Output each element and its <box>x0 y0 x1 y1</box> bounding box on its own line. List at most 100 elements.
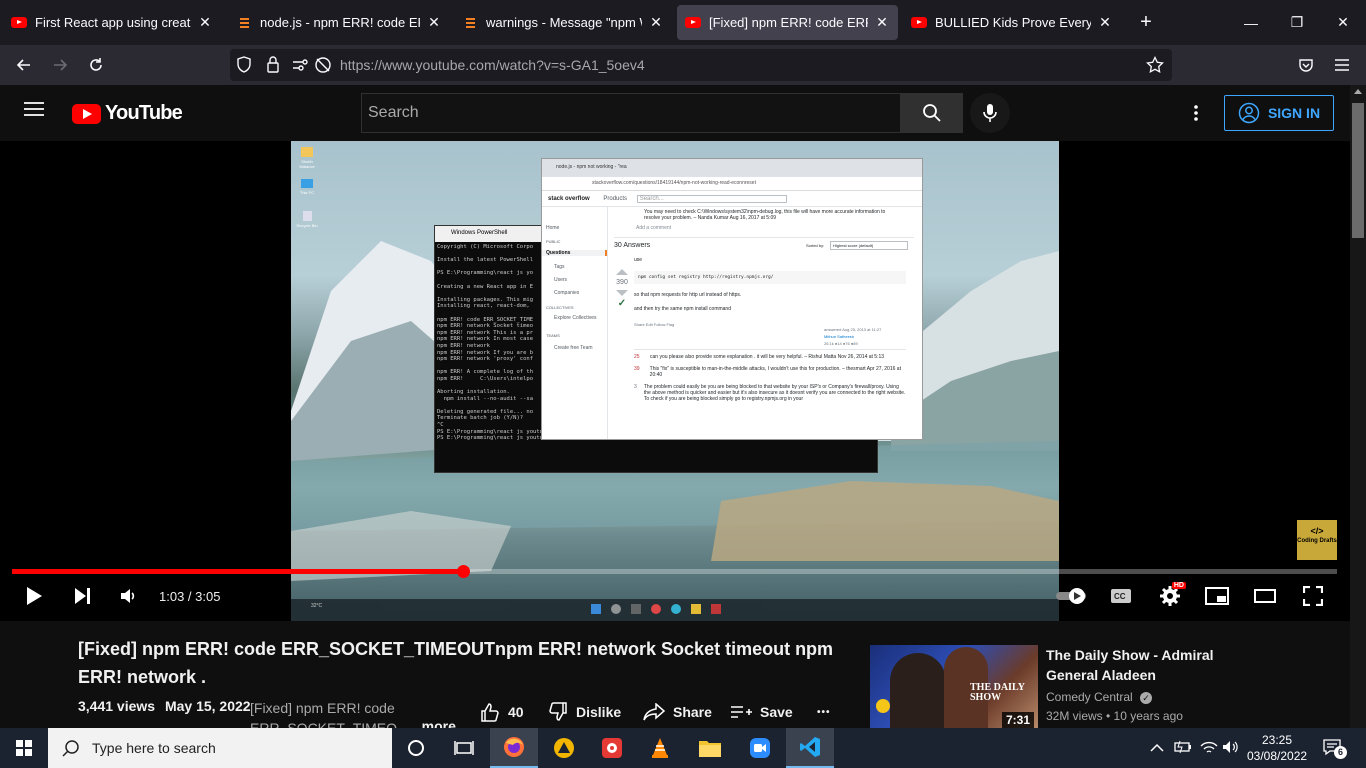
windows-logo-icon <box>16 740 32 756</box>
miniplayer-button[interactable] <box>1204 584 1230 608</box>
desktop-icon-this-pc[interactable]: This PC <box>297 179 317 195</box>
theater-mode-button[interactable] <box>1252 584 1278 608</box>
thumbs-down-icon <box>549 702 567 721</box>
so-answer-text-1: so that npm requests for http url instea… <box>634 292 742 298</box>
url-bar[interactable]: https://www.youtube.com/watch?v=s-GA1_5o… <box>230 49 1172 81</box>
taskbar-clock[interactable]: 23:25 03/08/2022 <box>1247 732 1307 764</box>
taskbar-firefox[interactable] <box>490 728 538 768</box>
related-video-thumbnail[interactable]: THE DAILY SHOW 7:31 <box>870 645 1038 728</box>
related-video-title[interactable]: The Daily Show - Admiral General Aladeen <box>1046 645 1226 685</box>
voice-search-button[interactable] <box>970 93 1010 133</box>
thumbs-up-icon <box>481 703 499 722</box>
start-button[interactable] <box>0 728 48 768</box>
taskbar-zoom[interactable] <box>736 728 784 768</box>
theater-icon <box>1254 589 1276 603</box>
action-center-button[interactable]: 6 <box>1322 738 1347 759</box>
search-input[interactable] <box>362 94 900 132</box>
wifi-icon[interactable] <box>1200 740 1218 759</box>
taskbar-photo-app[interactable] <box>588 728 636 768</box>
chrome-icon <box>651 604 661 614</box>
close-window-button[interactable]: ✕ <box>1320 0 1366 45</box>
taskbar-vscode[interactable] <box>786 728 834 768</box>
speaker-icon[interactable] <box>1222 740 1240 759</box>
settings-button[interactable]: HD <box>1156 582 1186 610</box>
autoplay-blocked-icon[interactable] <box>314 56 332 79</box>
so-sidebar-explore: Explore Collectives <box>554 315 597 321</box>
close-tab-icon[interactable]: ✕ <box>648 14 664 31</box>
next-button[interactable] <box>70 584 94 608</box>
maximize-window-button[interactable]: ❐ <box>1274 0 1320 45</box>
tab-first-react-app[interactable]: First React app using create-rea ✕ <box>3 5 221 40</box>
closed-captions-icon: CC <box>1111 589 1131 603</box>
permissions-icon[interactable] <box>292 57 310 78</box>
desktop-icon-user-folder[interactable]: Shubh Walance <box>297 147 317 169</box>
desktop-icon-recycle-bin[interactable]: Recycle Bin <box>293 211 321 228</box>
tab-fixed-npm-err[interactable]: [Fixed] npm ERR! code ERR_SOC ✕ <box>677 5 898 40</box>
search-box[interactable] <box>361 93 900 133</box>
minimize-window-button[interactable]: — <box>1228 0 1274 45</box>
back-button[interactable] <box>8 49 40 81</box>
dislike-button[interactable]: Dislike <box>548 700 621 724</box>
save-button[interactable]: Save <box>730 700 793 724</box>
tab-label: warnings - Message "npm WAR <box>486 15 642 30</box>
progress-bar[interactable] <box>12 565 1337 578</box>
reload-button[interactable] <box>80 49 112 81</box>
playlist-add-icon <box>731 706 752 718</box>
more-actions-button[interactable]: ••• <box>817 700 831 724</box>
taskbar-search-box[interactable]: Type here to search <box>48 728 392 768</box>
tab-bullied-kids[interactable]: BULLIED Kids Prove Everyone W ✕ <box>903 5 1121 40</box>
channel-watermark[interactable]: </> Coding Drafts <box>1297 520 1337 560</box>
close-tab-icon[interactable]: ✕ <box>1097 14 1113 31</box>
forward-button[interactable] <box>44 49 76 81</box>
pocket-button[interactable] <box>1290 49 1322 81</box>
guide-menu-button[interactable] <box>24 101 48 125</box>
verified-icon: ✓ <box>1140 692 1153 704</box>
taskbar-file-explorer[interactable] <box>686 728 734 768</box>
so-author: Mithun Satheesh <box>824 334 855 339</box>
task-view-button[interactable] <box>440 728 488 768</box>
subtitles-button[interactable]: CC <box>1108 584 1134 608</box>
youtube-logo[interactable]: YouTube <box>72 102 183 125</box>
scroll-up-arrow-icon[interactable] <box>1354 89 1362 94</box>
progress-played <box>12 569 464 574</box>
so-sidebar-create-team: Create free Team <box>554 345 593 351</box>
mute-button[interactable] <box>116 584 140 608</box>
close-tab-icon[interactable]: ✕ <box>426 14 442 31</box>
share-button[interactable]: Share <box>643 700 712 724</box>
close-tab-icon[interactable]: ✕ <box>874 14 890 31</box>
like-button[interactable]: 40 <box>480 700 524 724</box>
tab-label: BULLIED Kids Prove Everyone W <box>935 15 1091 30</box>
settings-more-button[interactable] <box>1186 101 1206 125</box>
shield-icon[interactable] <box>236 56 252 79</box>
url-text[interactable]: https://www.youtube.com/watch?v=s-GA1_5o… <box>340 57 645 73</box>
embedded-stackoverflow-window: node.js - npm not working - "rea stackov… <box>541 158 923 440</box>
page-scrollbar[interactable] <box>1350 85 1366 728</box>
search-button[interactable] <box>900 93 963 133</box>
taskbar-vlc[interactable] <box>636 728 684 768</box>
lock-icon[interactable] <box>266 56 280 78</box>
folder-icon <box>699 741 721 757</box>
battery-icon[interactable] <box>1174 740 1192 759</box>
related-channel[interactable]: Comedy Central ✓ <box>1046 690 1153 704</box>
sign-in-button[interactable]: SIGN IN <box>1224 95 1334 131</box>
bookmark-star-icon[interactable] <box>1146 55 1164 79</box>
cortana-button[interactable] <box>392 728 440 768</box>
taskbar-app-triangle[interactable] <box>540 728 588 768</box>
miniplayer-icon <box>1205 587 1229 605</box>
video-description-snippet[interactable]: [Fixed] npm ERR! code ERR_SOCKET_TIMEOUT… <box>250 698 398 728</box>
scrollbar-thumb[interactable] <box>1352 103 1364 238</box>
so-author-rep: 26.1k ●14 ●76 ●89 <box>824 341 858 346</box>
close-tab-icon[interactable]: ✕ <box>197 14 213 31</box>
autoplay-toggle[interactable] <box>1054 587 1090 605</box>
so-products: Products <box>603 196 628 202</box>
play-button[interactable] <box>22 584 46 608</box>
video-player[interactable]: Shubh Walance This PC Recycle Bin Window… <box>0 141 1350 621</box>
video-frame[interactable]: Shubh Walance This PC Recycle Bin Window… <box>291 141 1059 621</box>
fullscreen-button[interactable] <box>1300 584 1326 608</box>
embedded-weather: 32°C <box>311 603 323 609</box>
show-hidden-icons-chevron-icon[interactable] <box>1150 740 1164 758</box>
tab-npm-warnings[interactable]: warnings - Message "npm WAR ✕ <box>454 5 672 40</box>
new-tab-button[interactable]: + <box>1132 8 1160 36</box>
app-menu-button[interactable] <box>1326 49 1358 81</box>
tab-npm-err-stackoverflow[interactable]: node.js - npm ERR! code ERR_SO ✕ <box>228 5 450 40</box>
